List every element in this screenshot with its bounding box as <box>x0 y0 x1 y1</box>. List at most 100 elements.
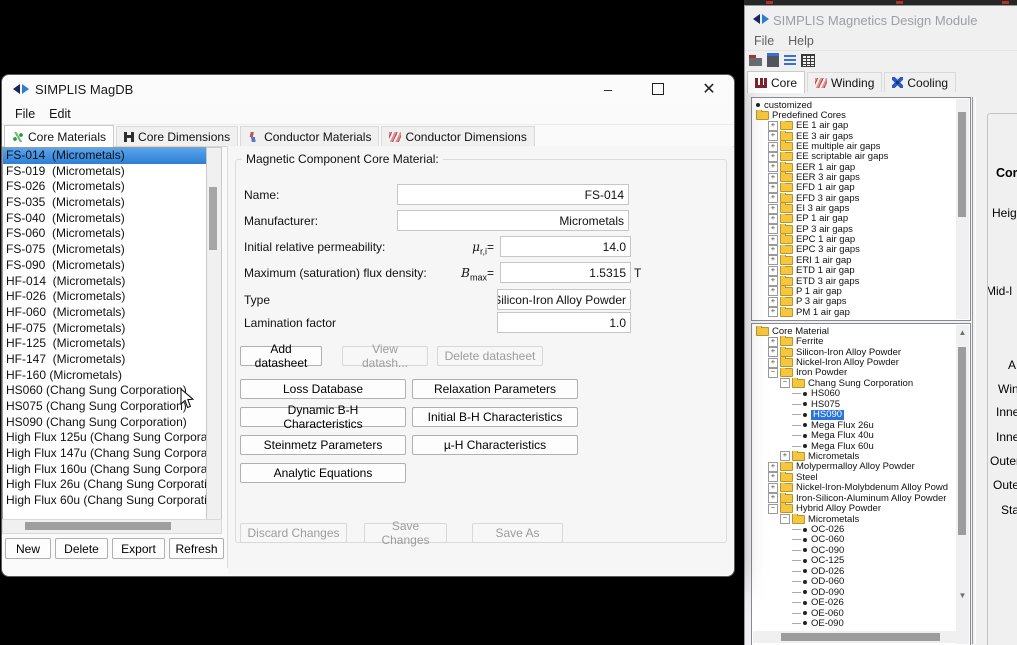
tab-core[interactable]: Core <box>747 71 805 93</box>
loss-database-button[interactable]: Loss Database <box>240 379 406 399</box>
minimize-button[interactable]: – <box>587 75 629 103</box>
material-item-hs060-chang[interactable]: HS060 (Chang Sung Corporation) <box>3 383 207 399</box>
tree-item-p-1-air-gap[interactable]: +P 1 air gap <box>753 286 956 296</box>
material-item-fs-014[interactable]: FS-014 (Micrometals) <box>3 148 207 164</box>
material-item-hs075-chang[interactable]: HS075 (Chang Sung Corporation) <box>3 399 207 415</box>
tree-item-hybrid-alloy-powder[interactable]: −Hybrid Alloy Powder <box>753 503 956 513</box>
dynamic-b-h-characteristics-button[interactable]: Dynamic B-H Characteristics <box>240 407 406 427</box>
tree-item-od-026[interactable]: OD-026 <box>753 566 956 576</box>
relaxation-parameters-button[interactable]: Relaxation Parameters <box>412 379 578 399</box>
manufacturer-input[interactable]: Micrometals <box>397 210 629 231</box>
tree-item-micrometals[interactable]: +Micrometals <box>753 451 956 461</box>
expander-icon[interactable]: + <box>768 286 778 296</box>
tree-item-iron-powder[interactable]: −Iron Powder <box>753 368 956 378</box>
expander-icon[interactable]: + <box>768 162 778 172</box>
export-button[interactable]: Export <box>112 538 165 559</box>
tree-item-ee-3-air-gaps[interactable]: +EE 3 air gaps <box>753 131 956 141</box>
expander-icon[interactable]: + <box>768 358 778 368</box>
scrollbar-thumb[interactable] <box>25 522 171 530</box>
tree-item-mega-flux-40u[interactable]: Mega Flux 40u <box>753 430 956 440</box>
scrollbar-thumb[interactable] <box>958 347 966 535</box>
open-icon[interactable] <box>749 55 762 66</box>
expander-icon[interactable]: + <box>768 173 778 183</box>
tree-item-ep-1-air-gap[interactable]: +EP 1 air gap <box>753 214 956 224</box>
material-item-high-flux[interactable]: High Flux 160u (Chang Sung Corporation) <box>3 462 207 478</box>
expander-icon[interactable]: + <box>768 307 778 317</box>
delete-button[interactable]: Delete <box>55 538 108 559</box>
tree-item-molypermalloy-alloy-powder[interactable]: +Molypermalloy Alloy Powder <box>753 462 956 472</box>
expander-icon[interactable]: + <box>768 472 778 482</box>
refresh-button[interactable]: Refresh <box>169 538 224 559</box>
scroll-down-icon[interactable]: ▼ <box>958 591 967 600</box>
type-input[interactable]: Silicon-Iron Alloy Powder <box>497 289 631 310</box>
expander-icon[interactable]: + <box>768 204 778 214</box>
new-button[interactable]: New <box>5 538 51 559</box>
analytic-equations-button[interactable]: Analytic Equations <box>240 463 406 483</box>
tree-item-oe-060[interactable]: OE-060 <box>753 608 956 618</box>
magdb-titlebar[interactable]: SIMPLIS MagDB – ✕ <box>2 75 734 103</box>
tree-item-eer-1-air-gap[interactable]: +EER 1 air gap <box>753 162 956 172</box>
tab-cooling[interactable]: Cooling <box>884 72 956 92</box>
tree-item-silicon-iron-alloy-powder[interactable]: +Silicon-Iron Alloy Powder <box>753 347 956 357</box>
expander-icon[interactable]: + <box>768 193 778 203</box>
tree-item-iron-silicon-aluminum-alloy-powder[interactable]: +Iron-Silicon-Aluminum Alloy Powder <box>753 493 956 503</box>
material-item-fs-075[interactable]: FS-075 (Micrometals) <box>3 242 207 258</box>
tree-item-hs060[interactable]: HS060 <box>753 389 956 399</box>
tree-item-ei-3-air-gaps[interactable]: +EI 3 air gaps <box>753 203 956 213</box>
expander-icon[interactable]: + <box>780 451 790 461</box>
tree-item-customized[interactable]: customized <box>753 100 956 110</box>
expander-icon[interactable]: + <box>768 462 778 472</box>
close-button[interactable]: ✕ <box>688 75 730 103</box>
name-input[interactable]: FS-014 <box>397 184 629 205</box>
material-tree-scrollbar[interactable]: ▲ ▼ <box>956 325 969 644</box>
expander-icon[interactable]: + <box>768 266 778 276</box>
grid-icon[interactable] <box>801 54 815 67</box>
expander-icon[interactable]: − <box>768 368 778 378</box>
expander-icon[interactable]: − <box>768 504 778 514</box>
material-item-hf-075[interactable]: HF-075 (Micrometals) <box>3 321 207 337</box>
expander-icon[interactable]: + <box>768 214 778 224</box>
tree-item-ep-3-air-gaps[interactable]: +EP 3 air gaps <box>753 224 956 234</box>
tree-item-chang-sung-corporation[interactable]: −Chang Sung Corporation <box>753 378 956 388</box>
tree-item-p-3-air-gaps[interactable]: +P 3 air gaps <box>753 297 956 307</box>
material-item-high-flux[interactable]: High Flux 60u (Chang Sung Corporation) <box>3 493 207 509</box>
menu-file[interactable]: File <box>8 107 42 121</box>
tree-item-oc-060[interactable]: OC-060 <box>753 535 956 545</box>
tree-item-mega-flux-26u[interactable]: Mega Flux 26u <box>753 420 956 430</box>
tab-core-dimensions[interactable]: Core Dimensions <box>116 126 238 146</box>
tree-item-hs075[interactable]: HS075 <box>753 399 956 409</box>
tree-item-micrometals[interactable]: −Micrometals <box>753 514 956 524</box>
scroll-up-icon[interactable]: ▲ <box>958 328 967 337</box>
material-tree-hscrollbar[interactable] <box>753 631 956 643</box>
tree-item-epc-3-air-gaps[interactable]: +EPC 3 air gaps <box>753 245 956 255</box>
tree-item-ee-scriptable-air-gaps[interactable]: +EE scriptable air gaps <box>753 152 956 162</box>
scrollbar-thumb[interactable] <box>781 633 940 641</box>
tree-item-predefined-cores[interactable]: Predefined Cores <box>753 110 956 120</box>
menu-file[interactable]: File <box>747 34 781 48</box>
menu-edit[interactable]: Edit <box>42 107 78 121</box>
maximize-button[interactable] <box>637 75 679 103</box>
steinmetz-parameters-button[interactable]: Steinmetz Parameters <box>240 435 406 455</box>
tree-item-od-060[interactable]: OD-060 <box>753 577 956 587</box>
core-tree-scrollbar[interactable] <box>956 99 969 319</box>
tab-conductor-materials[interactable]: Conductor Materials <box>240 126 379 146</box>
tree-item-hs090[interactable]: HS090 <box>753 410 956 420</box>
add-datasheet-button[interactable]: Add datasheet <box>240 346 322 366</box>
material-item-hf-014[interactable]: HF-014 (Micrometals) <box>3 274 207 290</box>
fluxdensity-input[interactable]: 1.5315 <box>500 262 631 283</box>
h-characteristics-button[interactable]: µ-H Characteristics <box>412 435 578 455</box>
tree-item-nickel-iron-alloy-powder[interactable]: +Nickel-Iron Alloy Powder <box>753 357 956 367</box>
tree-item-etd-1-air-gap[interactable]: +ETD 1 air gap <box>753 266 956 276</box>
tree-item-ferrite[interactable]: +Ferrite <box>753 336 956 346</box>
expander-icon[interactable]: + <box>768 142 778 152</box>
tree-item-od-090[interactable]: OD-090 <box>753 587 956 597</box>
tree-item-efd-1-air-gap[interactable]: +EFD 1 air gap <box>753 183 956 193</box>
material-item-hs090-chang[interactable]: HS090 (Chang Sung Corporation) <box>3 415 207 431</box>
tree-item-core-material[interactable]: Core Material <box>753 326 956 336</box>
expander-icon[interactable]: + <box>768 245 778 255</box>
tree-item-pm-1-air-gap[interactable]: +PM 1 air gap <box>753 307 956 317</box>
material-item-fs-040[interactable]: FS-040 (Micrometals) <box>3 211 207 227</box>
tree-item-oc-125[interactable]: OC-125 <box>753 556 956 566</box>
material-item-hf-125[interactable]: HF-125 (Micrometals) <box>3 336 207 352</box>
tree-item-ee-1-air-gap[interactable]: +EE 1 air gap <box>753 121 956 131</box>
